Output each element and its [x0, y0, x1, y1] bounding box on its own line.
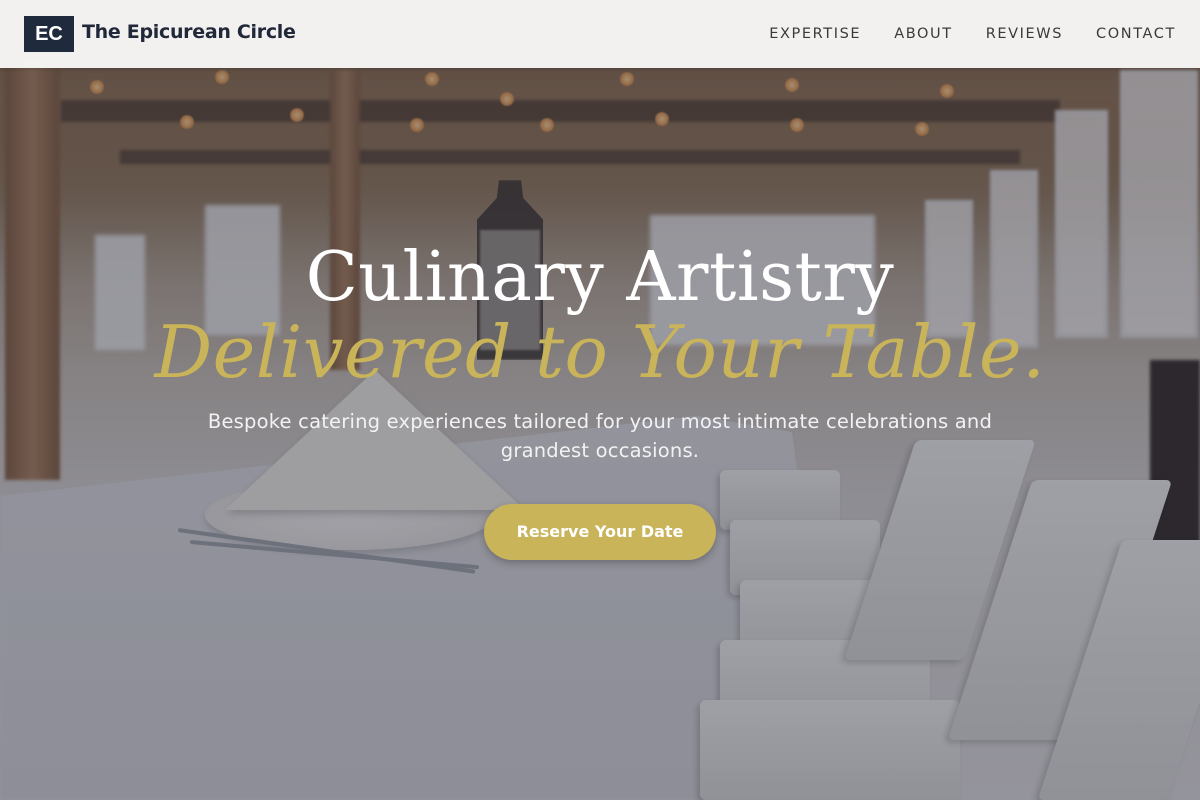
nav-link-expertise[interactable]: EXPERTISE [769, 26, 861, 42]
nav-link-reviews[interactable]: REVIEWS [986, 26, 1063, 42]
top-navbar: EC The Epicurean Circle EXPERTISE ABOUT … [0, 0, 1200, 68]
hero-section: Culinary Artistry Delivered to Your Tabl… [0, 0, 1200, 800]
nav-link-contact[interactable]: CONTACT [1096, 26, 1176, 42]
hero-title: Culinary Artistry [305, 238, 895, 317]
hero-subtitle: Delivered to Your Table. [154, 310, 1046, 394]
brand-name[interactable]: The Epicurean Circle [82, 21, 296, 43]
hero-description: Bespoke catering experiences tailored fo… [207, 410, 993, 462]
reserve-date-button[interactable]: Reserve Your Date [484, 504, 716, 560]
nav-link-about[interactable]: ABOUT [894, 26, 953, 42]
logo-mark[interactable]: EC [24, 16, 74, 52]
main-nav: EXPERTISE ABOUT REVIEWS CONTACT [736, 0, 1176, 68]
